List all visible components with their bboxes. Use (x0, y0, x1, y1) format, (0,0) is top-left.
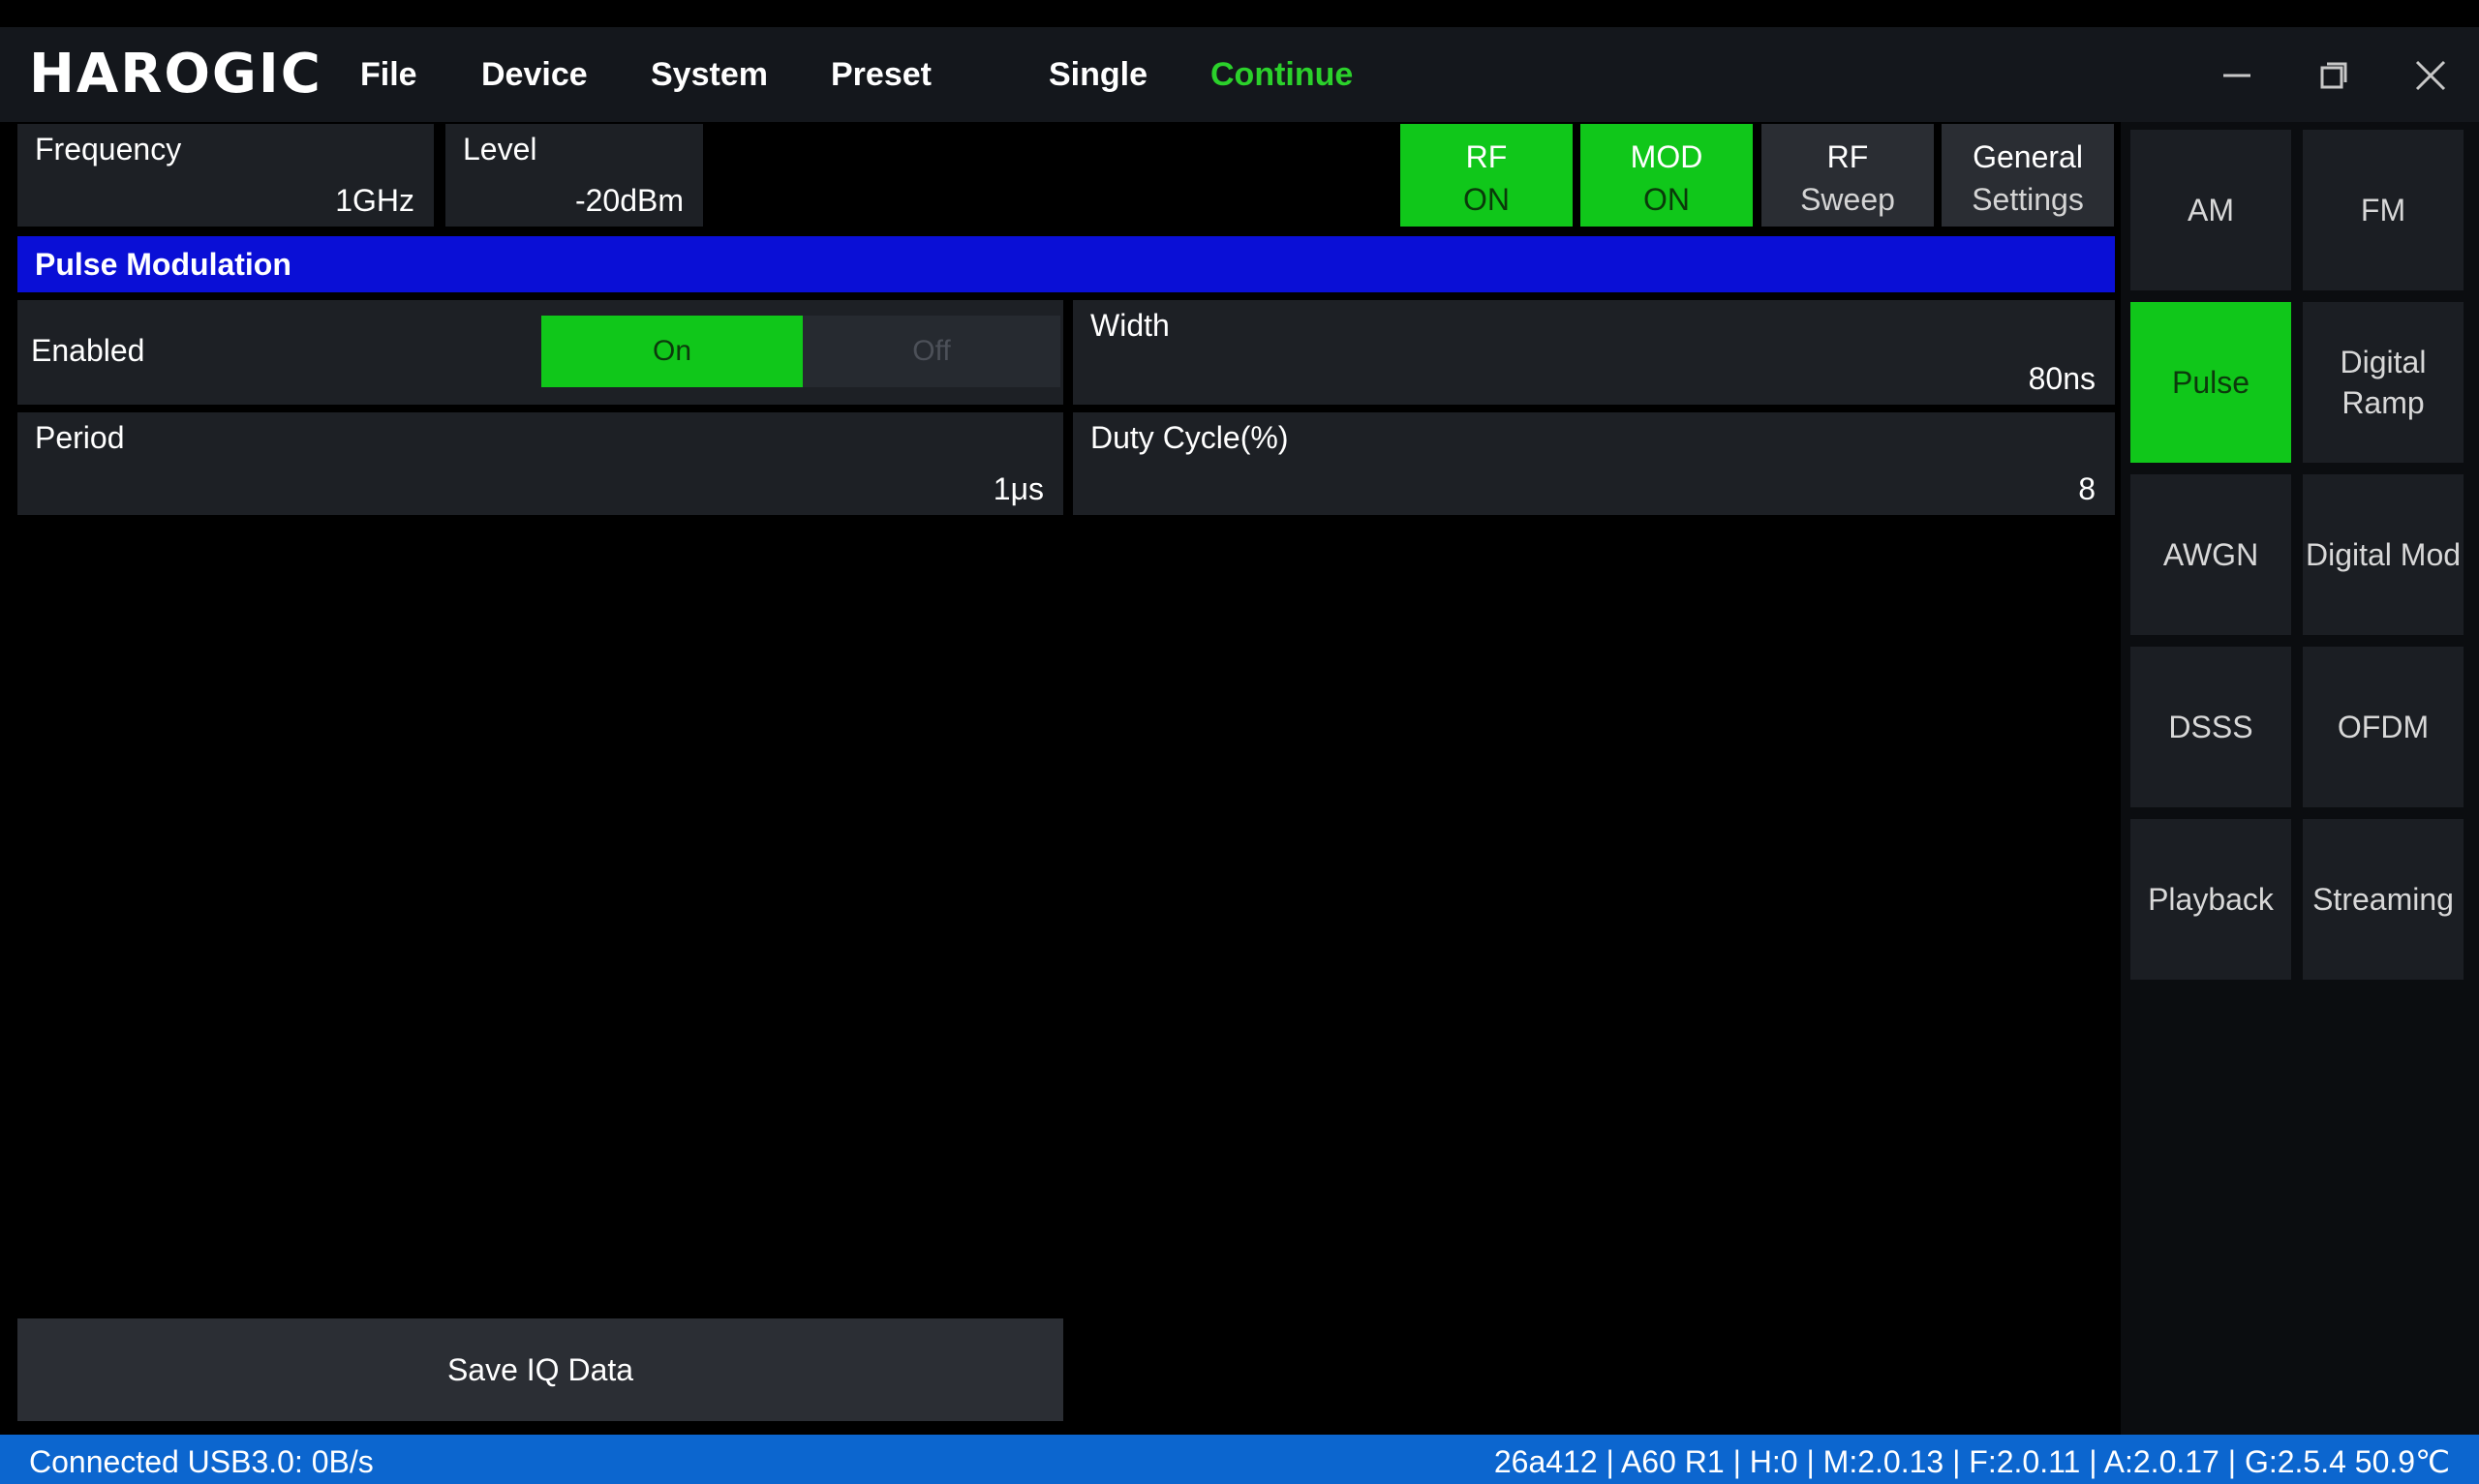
level-value: -20dBm (574, 183, 684, 218)
rf-sweep-line2: Sweep (1800, 182, 1895, 217)
general-settings-line1: General (1973, 139, 2083, 174)
side-item-fm[interactable]: FM (2303, 130, 2464, 290)
duty-cycle-label: Duty Cycle(%) (1090, 420, 1289, 455)
mod-on-line2: ON (1643, 182, 1690, 217)
save-iq-data-button[interactable]: Save IQ Data (17, 1318, 1063, 1421)
minimize-icon[interactable] (2208, 48, 2266, 103)
enabled-label: Enabled (31, 333, 145, 368)
side-item-ofdm[interactable]: OFDM (2303, 647, 2464, 807)
side-item-streaming[interactable]: Streaming (2303, 819, 2464, 980)
menu-device[interactable]: Device (481, 56, 588, 94)
status-bar: Connected USB3.0: 0B/s 26a412 | A60 R1 |… (0, 1435, 2479, 1484)
side-item-am[interactable]: AM (2130, 130, 2291, 290)
mod-on-line1: MOD (1630, 139, 1703, 174)
rf-on-line2: ON (1463, 182, 1510, 217)
period-label: Period (35, 420, 125, 455)
period-value: 1μs (993, 471, 1044, 506)
menu-file[interactable]: File (360, 56, 417, 94)
rf-on-line1: RF (1465, 139, 1508, 174)
enabled-off-option[interactable]: Off (803, 316, 1060, 387)
width-value: 80ns (2028, 361, 2096, 396)
harogic-logo: HAROGIC (29, 43, 322, 106)
duty-cycle-field[interactable]: Duty Cycle(%) 8 (1073, 412, 2115, 515)
mod-on-button[interactable]: MOD ON (1580, 124, 1753, 227)
continue-button[interactable]: Continue (1210, 56, 1353, 94)
enabled-on-option[interactable]: On (541, 316, 803, 387)
modulation-side-panel: AM FM Pulse Digital Ramp AWGN Digital Mo… (2121, 122, 2479, 1435)
side-item-dsss[interactable]: DSSS (2130, 647, 2291, 807)
level-label: Level (463, 132, 537, 167)
title-bar: HAROGIC File Device System Preset Single… (0, 27, 2479, 122)
device-info: 26a412 | A60 R1 | H:0 | M:2.0.13 | F:2.0… (1493, 1444, 2450, 1479)
width-field[interactable]: Width 80ns (1073, 300, 2115, 405)
general-settings-line2: Settings (1972, 182, 2084, 217)
duty-cycle-value: 8 (2078, 471, 2096, 506)
restore-icon[interactable] (2305, 48, 2363, 103)
menu-preset[interactable]: Preset (831, 56, 932, 94)
rf-sweep-button[interactable]: RF Sweep (1761, 124, 1934, 227)
rf-on-button[interactable]: RF ON (1400, 124, 1573, 227)
general-settings-button[interactable]: General Settings (1942, 124, 2114, 227)
side-item-awgn[interactable]: AWGN (2130, 474, 2291, 635)
frequency-label: Frequency (35, 132, 182, 167)
width-label: Width (1090, 308, 1170, 343)
single-button[interactable]: Single (1049, 56, 1148, 94)
side-item-playback[interactable]: Playback (2130, 819, 2291, 980)
menu-system[interactable]: System (651, 56, 768, 94)
close-icon[interactable] (2402, 48, 2460, 103)
rf-sweep-line1: RF (1826, 139, 1869, 174)
frequency-value: 1GHz (335, 183, 414, 218)
frequency-field[interactable]: Frequency 1GHz (17, 124, 434, 227)
period-field[interactable]: Period 1μs (17, 412, 1063, 515)
side-item-digital-ramp[interactable]: Digital Ramp (2303, 302, 2464, 463)
side-item-pulse[interactable]: Pulse (2130, 302, 2291, 463)
enabled-row: Enabled On Off (17, 300, 1063, 405)
level-field[interactable]: Level -20dBm (445, 124, 703, 227)
side-item-digital-mod[interactable]: Digital Mod (2303, 474, 2464, 635)
connection-status: Connected USB3.0: 0B/s (29, 1444, 374, 1479)
section-title: Pulse Modulation (17, 236, 2115, 292)
logo-text: HAROGIC (29, 42, 322, 106)
